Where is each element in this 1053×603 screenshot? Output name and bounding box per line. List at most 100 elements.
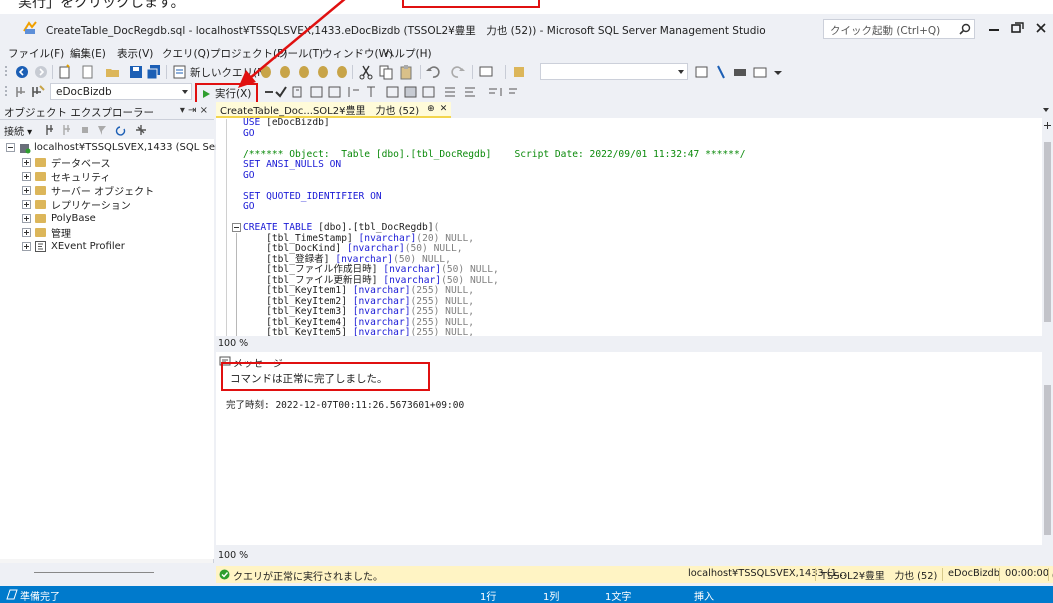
paste-icon[interactable] [398,64,414,80]
tab-label: CreateTable_Doc...SOL2¥豊里 力也 (52) [220,105,420,117]
menu-project[interactable]: プロジェクト(P) [210,46,288,61]
menu-window[interactable]: ウィンドウ(W) [322,46,393,61]
new-project-icon[interactable] [57,64,73,80]
tab-overflow-icon[interactable] [1042,106,1050,114]
editor-zoom-select[interactable]: 100 % [218,338,248,349]
change-connection-icon[interactable] [30,84,46,100]
redo-icon[interactable] [450,64,466,80]
expand-icon[interactable] [22,172,31,181]
save-icon[interactable] [128,64,144,80]
scrollbar-thumb[interactable] [1044,385,1051,535]
new-query-icon[interactable] [172,64,188,80]
code-line: GO [243,128,746,140]
folder-icon [35,200,46,209]
back-icon[interactable] [14,64,30,80]
code-token: (255) [410,327,446,336]
connect-dropdown[interactable]: 接続 ▾ [4,123,32,138]
status-database: eDocBizdb [948,568,1000,579]
find-icon[interactable] [512,64,528,80]
tree-node-xevent-profiler[interactable]: XEvent Profiler [22,240,125,253]
db-engine-query-icon[interactable] [258,64,348,80]
code-token: [tbl_登録者] [243,253,336,265]
open-folder-icon[interactable] [105,64,121,80]
code-token: [nvarchar] [352,285,411,296]
tree-node-label: 管理 [51,229,71,240]
server-node[interactable]: localhost¥TSSQLSVEX,1433 (SQL Server [6,141,235,154]
scrollbar-thumb[interactable] [34,572,154,573]
code-token: GO [243,201,255,212]
ssms-window: 実行」をクリックします。 CreateTable_DocRegdb.sql - … [0,0,1053,603]
restore-icon [1011,22,1024,33]
toolbar-separator [166,65,167,79]
query-plan-icons[interactable] [291,84,531,100]
properties-icon[interactable] [694,64,784,80]
expand-icon[interactable] [22,158,31,167]
tab-createtable-sql[interactable]: CreateTable_Doc...SOL2¥豊里 力也 (52) ⊕ ✕ [216,102,452,118]
database-select[interactable]: eDocBizdb [50,83,192,100]
status-ready: 準備完了 [20,592,60,603]
save-all-icon[interactable] [146,64,162,80]
close-tab-icon[interactable]: ✕ [440,104,448,114]
editor-vertical-scrollbar[interactable] [1042,118,1053,336]
menu-edit[interactable]: 編集(E) [70,46,106,61]
expand-icon[interactable] [22,200,31,209]
sql-editor[interactable]: USE [eDocBizdb] GO /****** Object: Table … [216,118,1042,336]
status-separator [1048,568,1049,581]
tree-node-management[interactable]: 管理 [22,226,71,240]
menu-help[interactable]: ヘルプ(H) [384,46,432,61]
collapse-icon[interactable] [6,143,15,152]
code-line: USE [eDocBizdb] [243,118,746,129]
expand-icon[interactable] [22,214,31,223]
restore-button[interactable] [1006,19,1028,37]
menu-query[interactable]: クエリ(Q) [162,46,210,61]
tree-node-security[interactable]: セキュリティ [22,170,110,184]
pin-icon[interactable]: ⊕ [427,104,435,114]
code-token: (50) [441,274,470,286]
object-explorer-title: オブジェクト エクスプローラー [4,107,155,119]
status-separator [942,568,943,581]
code-token: ( [433,222,440,233]
code-line: GO [243,170,746,182]
new-file-icon[interactable] [80,64,96,80]
tree-node-databases[interactable]: データベース [22,156,111,170]
status-line: 1行 [480,592,497,603]
messages-zoom-select[interactable]: 100 % [218,550,248,561]
expand-icon[interactable] [22,186,31,195]
close-window-button[interactable] [1030,19,1052,37]
database-select-value: eDocBizdb [56,86,112,98]
application-status-bar: 準備完了 1行 1列 1文字 挿入 [0,586,1053,603]
tree-node-label: PolyBase [51,213,96,224]
expand-icon[interactable] [22,242,31,251]
chevron-down-icon [182,90,188,94]
tree-node-replication[interactable]: レプリケーション [22,198,131,212]
minimize-button[interactable] [983,19,1005,37]
explorer-toolbar-icons[interactable] [44,123,154,137]
tree-node-polybase[interactable]: PolyBase [22,212,96,225]
code-token: [tbl_KeyItem4] [243,316,353,328]
ssms-app-icon [23,21,37,34]
quick-launch-input[interactable]: クイック起動 (Ctrl+Q) [823,19,975,39]
find-combo[interactable] [540,63,688,80]
code-token: NULL, [445,316,475,328]
menu-tools[interactable]: ツール(T) [277,46,323,61]
split-icon[interactable] [1043,121,1052,130]
menu-file[interactable]: ファイル(F) [8,46,64,61]
connect-icon[interactable] [13,84,29,100]
forward-icon[interactable] [33,64,49,80]
copy-icon[interactable] [378,64,394,80]
panel-title-controls[interactable]: ▾ ⇥ × [180,105,208,116]
expand-icon[interactable] [22,228,31,237]
code-token: NULL, [469,264,499,275]
cut-icon[interactable] [358,64,374,80]
undo-icon[interactable] [425,64,441,80]
horizontal-scrollbar[interactable] [0,563,214,582]
menu-view[interactable]: 表示(V) [117,46,153,61]
tree-node-server-objects[interactable]: サーバー オブジェクト [22,184,154,198]
collapse-region-icon[interactable] [232,223,241,232]
parse-check-icon[interactable] [274,84,288,100]
messages-vertical-scrollbar[interactable] [1042,352,1053,545]
server-node-label: localhost¥TSSQLSVEX,1433 (SQL Server [34,142,236,153]
indicator-margin [226,119,227,336]
scrollbar-thumb[interactable] [1044,142,1051,322]
screen-icon[interactable] [478,64,494,80]
